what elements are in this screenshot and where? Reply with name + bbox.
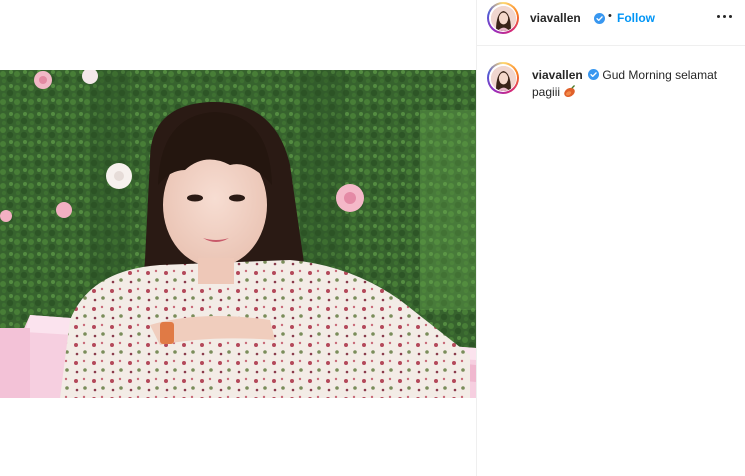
caption-username[interactable]: viavallen	[532, 68, 583, 82]
verified-badge-icon	[588, 69, 600, 80]
avatar-image	[490, 65, 516, 91]
post-photo[interactable]	[0, 70, 476, 398]
caption-body: viavallen Gud Morning selamat pagiii	[532, 67, 732, 101]
more-horizontal-icon[interactable]	[715, 8, 735, 24]
avatar-image	[490, 5, 516, 31]
post-header: viavallen • Follow	[477, 0, 745, 46]
sweet-potato-emoji-icon	[564, 85, 576, 97]
dot-separator: •	[608, 10, 612, 22]
verified-badge-icon	[594, 13, 605, 24]
caption-avatar[interactable]	[487, 62, 519, 94]
post-sidebar: viavallen • Follow viavallen Gud Morning…	[477, 0, 745, 476]
follow-button[interactable]: Follow	[617, 11, 655, 25]
author-avatar[interactable]	[487, 2, 519, 34]
post-media-pane	[0, 0, 476, 476]
post-photo-image	[0, 70, 476, 398]
author-username[interactable]: viavallen	[530, 11, 581, 25]
